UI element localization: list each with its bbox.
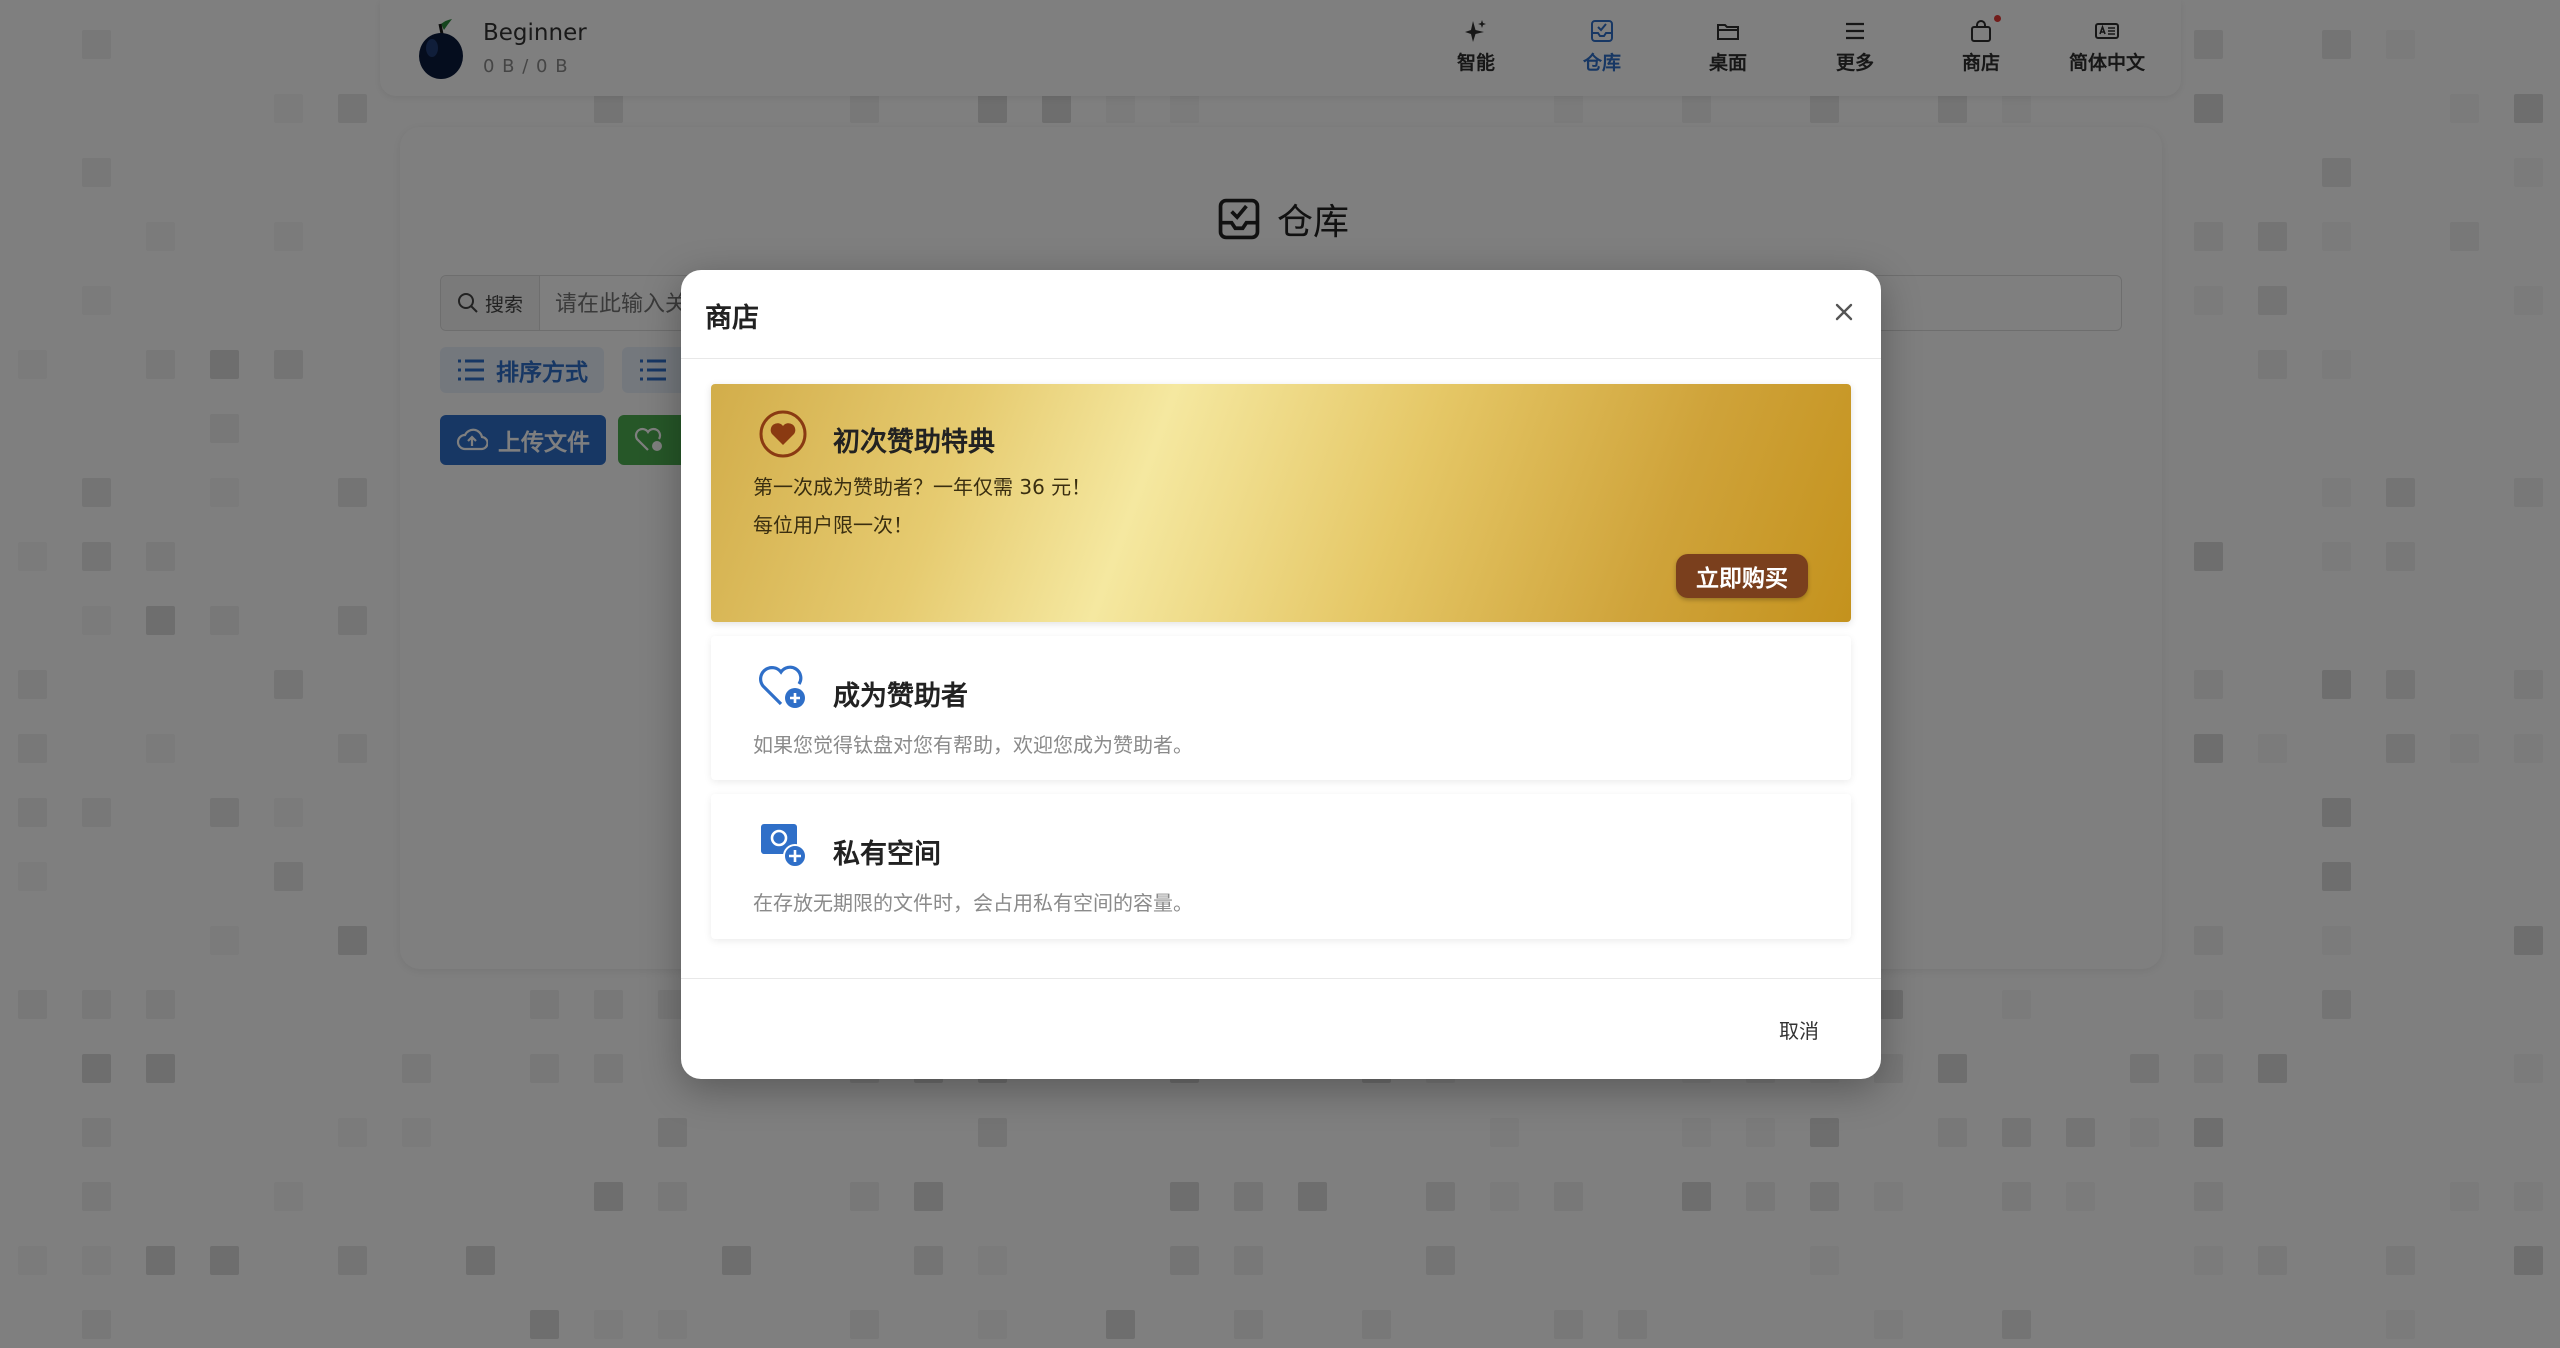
cancel-button[interactable]: 取消 <box>1771 1011 1827 1048</box>
offer-description: 如果您觉得钛盘对您有帮助，欢迎您成为赞助者。 <box>753 733 1193 757</box>
first-sponsor-offer-card: 初次赞助特典 第一次成为赞助者？一年仅需 36 元！ 每位用户限一次！ 立即购买 <box>711 384 1851 622</box>
image-plus-icon <box>761 824 807 868</box>
offer-line: 第一次成为赞助者？一年仅需 36 元！ <box>753 475 1092 499</box>
offer-title: 成为赞助者 <box>833 681 968 712</box>
private-space-card[interactable]: 私有空间 在存放无期限的文件时，会占用私有空间的容量。 <box>711 794 1851 939</box>
offer-description: 第一次成为赞助者？一年仅需 36 元！ 每位用户限一次！ <box>753 468 1091 544</box>
offer-title: 私有空间 <box>833 839 941 870</box>
modal-footer: 取消 <box>681 978 1881 1079</box>
buy-now-button[interactable]: 立即购买 <box>1676 554 1808 598</box>
modal-header: 商店 <box>681 270 1881 359</box>
heart-badge-icon <box>759 410 807 458</box>
become-sponsor-card[interactable]: 成为赞助者 如果您觉得钛盘对您有帮助，欢迎您成为赞助者。 <box>711 636 1851 780</box>
close-icon[interactable] <box>1828 296 1860 328</box>
offer-line: 每位用户限一次！ <box>753 513 913 537</box>
offer-title: 初次赞助特典 <box>833 427 995 458</box>
heart-plus-icon <box>759 665 805 708</box>
offer-description: 在存放无期限的文件时，会占用私有空间的容量。 <box>753 891 1193 915</box>
modal-title: 商店 <box>705 303 759 334</box>
shop-modal: 商店 初次赞助特典 第一次成为赞助者？一年仅需 36 元！ 每位用户限一次！ 立… <box>681 270 1881 1079</box>
